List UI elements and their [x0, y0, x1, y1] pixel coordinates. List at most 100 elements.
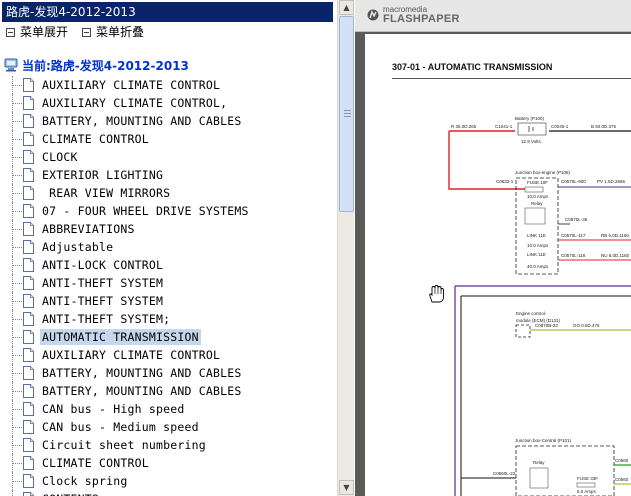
- tree-connector: [12, 427, 22, 428]
- tree-item[interactable]: BATTERY, MOUNTING AND CABLES: [0, 364, 337, 382]
- document-icon: [23, 222, 34, 236]
- tree-item-label: EXTERIOR LIGHTING: [42, 168, 164, 182]
- tree-item[interactable]: CAN bus - High speed: [0, 400, 337, 418]
- ecm-label-1: Engine control-: [516, 311, 547, 316]
- tree-item[interactable]: ANTI-LOCK CONTROL: [0, 256, 337, 274]
- ecm-box: [515, 324, 531, 338]
- expand-menu-button[interactable]: 菜单展开: [6, 24, 68, 40]
- tree-item-label: CAN bus - Medium speed: [42, 420, 199, 434]
- wire-label: C0632-1: [496, 179, 514, 184]
- wire-label: C0570L-36: [565, 217, 588, 222]
- tree-item[interactable]: BATTERY, MOUNTING AND CABLES: [0, 112, 337, 130]
- tree-item[interactable]: CONTENTS: [0, 490, 337, 496]
- document-icon: [23, 240, 34, 254]
- jb-engine-label: Junction box-engine (P108): [515, 170, 571, 175]
- tree-item[interactable]: CAN bus - Medium speed: [0, 418, 337, 436]
- collapse-menu-button[interactable]: 菜单折叠: [82, 24, 144, 40]
- document-page[interactable]: 307-01 - AUTOMATIC TRANSMISSION Battery …: [365, 34, 631, 496]
- tree-connector: [12, 409, 22, 410]
- expand-label: 菜单展开: [20, 25, 69, 39]
- fuse2-value: 5.0 Amps: [577, 489, 597, 494]
- tree-connector: [12, 283, 22, 284]
- tree-item[interactable]: AUXILIARY CLIMATE CONTROL: [0, 346, 337, 364]
- tree-connector: [12, 121, 22, 122]
- tree-item[interactable]: CLIMATE CONTROL: [0, 454, 337, 472]
- tree-item[interactable]: AUXILIARY CLIMATE CONTROL: [0, 76, 337, 94]
- tree-scrollbar[interactable]: ▲ ▼: [337, 0, 354, 496]
- wire-label: RB 6.0D.1160: [601, 233, 629, 238]
- fuse-label: FUSE 10F: [527, 180, 548, 185]
- document-icon: [23, 168, 34, 182]
- tree-connector: [12, 85, 22, 86]
- expand-icon: [6, 28, 15, 37]
- tree-item[interactable]: CLIMATE CONTROL: [0, 130, 337, 148]
- tree-item[interactable]: BATTERY, MOUNTING AND CABLES: [0, 382, 337, 400]
- flashpaper-toolbar: macromedia FLASHPAPER: [355, 0, 631, 32]
- document-icon: [23, 294, 34, 308]
- tree-connector: [12, 175, 22, 176]
- tree-connector: [12, 193, 22, 194]
- tree-item-label: CONTENTS: [40, 491, 101, 496]
- tree-list: AUXILIARY CLIMATE CONTROL AUXILIARY CLIMA…: [0, 76, 337, 496]
- tree-item[interactable]: ANTI-THEFT SYSTEM: [0, 292, 337, 310]
- tree-item[interactable]: ANTI-THEFT SYSTEM;: [0, 310, 337, 328]
- document-icon: [23, 330, 34, 344]
- tree-item-label: REAR VIEW MIRRORS: [42, 186, 171, 200]
- tree-item[interactable]: EXTERIOR LIGHTING: [0, 166, 337, 184]
- tree-root[interactable]: 当前:路虎-发现4-2012-2013: [4, 57, 189, 75]
- scroll-up-arrow-icon[interactable]: ▲: [339, 0, 354, 15]
- battery-label: Battery (P100): [515, 116, 545, 121]
- tree-item-label: ANTI-THEFT SYSTEM: [42, 276, 164, 290]
- document-viewer: macromedia FLASHPAPER 307-01 - AUTOMATIC…: [355, 0, 631, 496]
- tree-item-label: AUXILIARY CLIMATE CONTROL: [42, 348, 221, 362]
- wire-label: C0560: [615, 477, 629, 482]
- document-icon: [23, 492, 34, 496]
- document-icon: [23, 204, 34, 218]
- document-icon: [23, 456, 34, 470]
- red-wire: [448, 131, 525, 190]
- tree-item[interactable]: AUTOMATIC TRANSMISSION: [0, 328, 337, 346]
- scroll-down-arrow-icon[interactable]: ▼: [339, 480, 354, 495]
- jb-central-box: [515, 445, 615, 496]
- tree-item[interactable]: Clock spring: [0, 472, 337, 490]
- tree-item[interactable]: ABBREVIATIONS: [0, 220, 337, 238]
- wire-label: GO 0.5D.475: [573, 323, 600, 328]
- document-icon: [23, 474, 34, 488]
- wire-label: C0560L-22: [493, 471, 516, 476]
- tree-item[interactable]: Adjustable: [0, 238, 337, 256]
- tree-item[interactable]: 07 - FOUR WHEEL DRIVE SYSTEMS: [0, 202, 337, 220]
- tree-connector: [12, 391, 22, 392]
- wire-label: C0870B-33: [535, 323, 558, 328]
- wiring-diagram: Battery (P100) 12.9 Volts R 35.0D.265 C1…: [448, 116, 631, 496]
- tree-item[interactable]: Circuit sheet numbering: [0, 436, 337, 454]
- document-icon: [23, 312, 34, 326]
- tree-item-label: AUXILIARY CLIMATE CONTROL,: [42, 96, 228, 110]
- tree-item-label: ANTI-THEFT SYSTEM: [42, 294, 164, 308]
- tree-item-label: BATTERY, MOUNTING AND CABLES: [42, 114, 242, 128]
- tree-item-label: Clock spring: [42, 474, 128, 488]
- tree-item[interactable]: CLOCK: [0, 148, 337, 166]
- document-icon: [23, 186, 34, 200]
- hand-cursor-icon: [429, 285, 444, 303]
- tree-item-label: CAN bus - High speed: [42, 402, 185, 416]
- tree-item-label: CLOCK: [42, 150, 78, 164]
- tree-connector: [12, 337, 22, 338]
- document-icon: [23, 384, 34, 398]
- document-icon: [23, 366, 34, 380]
- wire-label: C0570L-900: [561, 179, 586, 184]
- document-icon: [23, 420, 34, 434]
- scroll-thumb[interactable]: [339, 16, 354, 212]
- tree-item-label: AUXILIARY CLIMATE CONTROL: [42, 78, 221, 92]
- wire-label: C0560: [615, 458, 629, 463]
- tree-connector: [12, 373, 22, 374]
- jb-engine-box: [515, 177, 559, 275]
- fuse2-label: FUSE 33F: [577, 476, 598, 481]
- tree-item[interactable]: AUXILIARY CLIMATE CONTROL,: [0, 94, 337, 112]
- document-icon: [23, 276, 34, 290]
- tree-connector: [12, 481, 22, 482]
- wire-label: C0570L-117: [561, 233, 586, 238]
- tree-item[interactable]: ANTI-THEFT SYSTEM: [0, 274, 337, 292]
- tree-item[interactable]: REAR VIEW MIRRORS: [0, 184, 337, 202]
- tree-title-bar: 路虎-发现4-2012-2013: [2, 2, 333, 22]
- tree-item-label: AUTOMATIC TRANSMISSION: [40, 329, 201, 345]
